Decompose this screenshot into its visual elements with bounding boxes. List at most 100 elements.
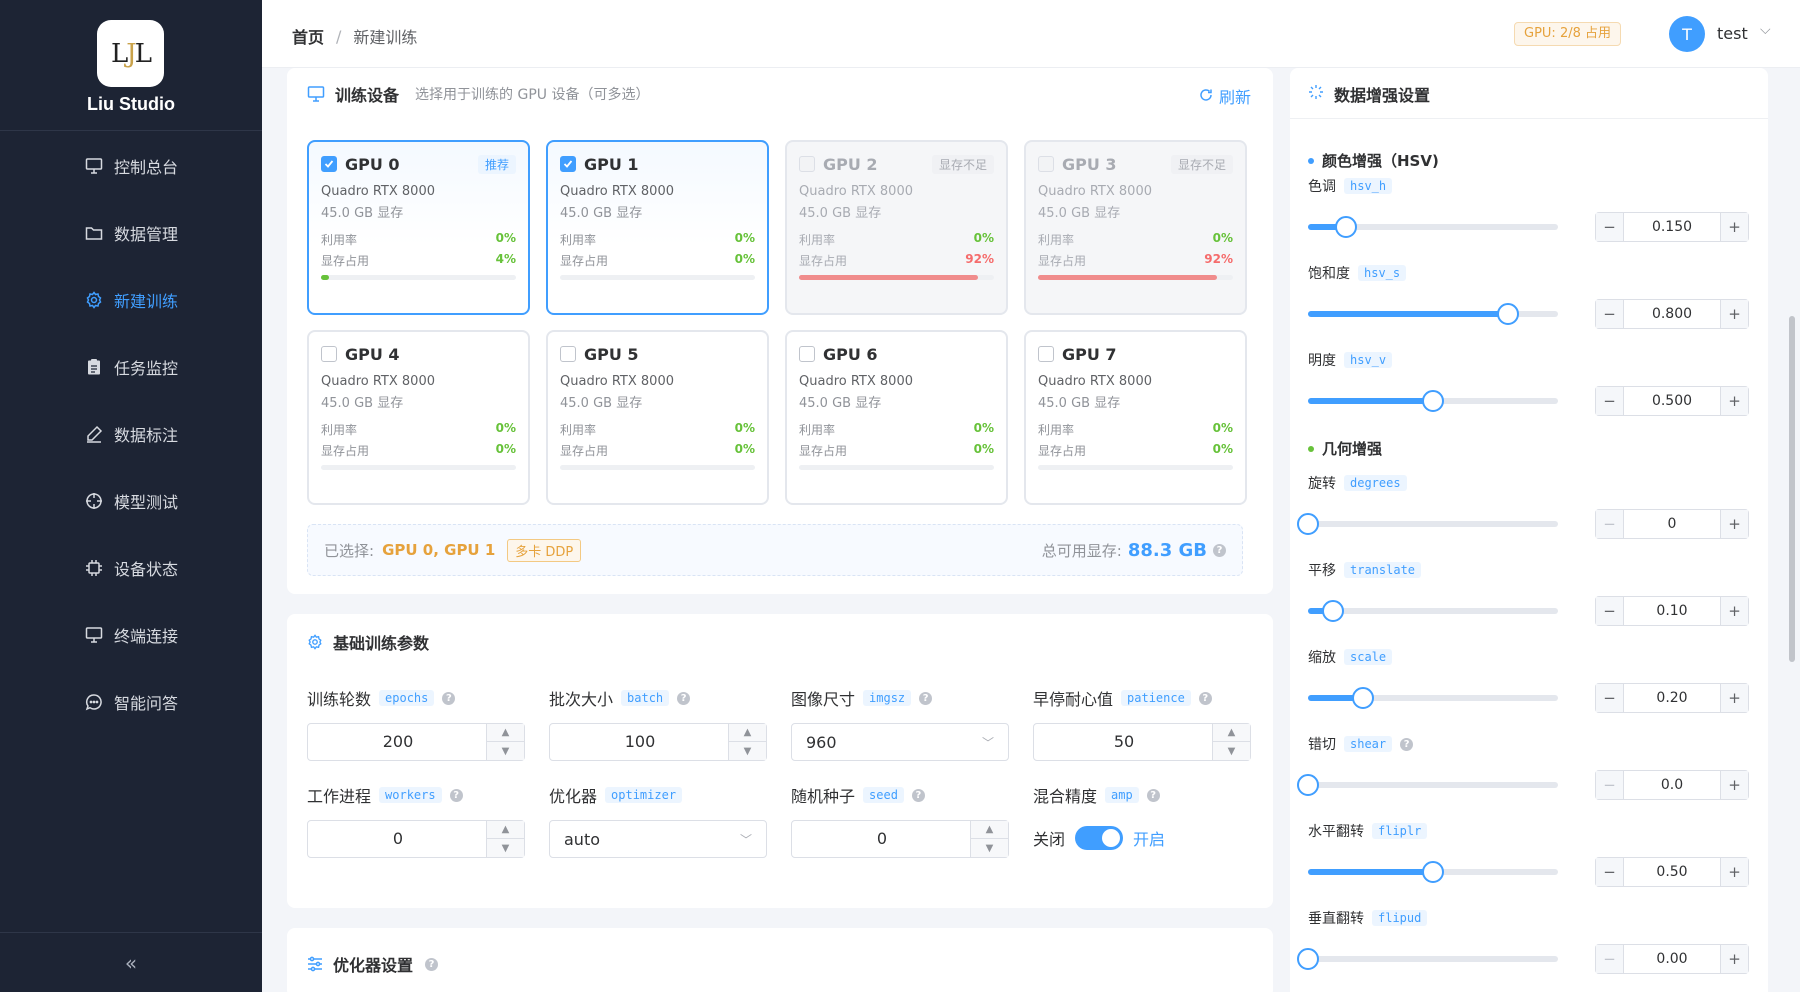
slider-flipud[interactable] (1297, 948, 1558, 970)
slider-handle[interactable] (1297, 513, 1319, 535)
decrement-button[interactable]: − (1596, 300, 1624, 328)
help-icon[interactable]: ? (1213, 543, 1226, 557)
gpu-card-5[interactable]: GPU 5 Quadro RTX 8000 45.0 GB 显存 利用率 0% 显… (546, 330, 769, 505)
username[interactable]: test (1717, 24, 1748, 43)
slider-shear[interactable] (1297, 774, 1558, 796)
help-icon[interactable]: ? (442, 691, 456, 705)
stepper-value[interactable]: 0.500 (1624, 387, 1720, 415)
decrement-button[interactable]: − (1596, 858, 1624, 886)
stepper-hsv_v[interactable]: −0.500 + (1595, 386, 1749, 416)
stepper-value[interactable]: 0.10 (1624, 597, 1720, 625)
increment-button[interactable]: + (1720, 387, 1748, 415)
patience-input[interactable]: 50 ▲ ▼ (1033, 723, 1251, 761)
seed-input[interactable]: 0 ▲ ▼ (791, 820, 1009, 858)
stepper-flipud[interactable]: −0.00 + (1595, 944, 1749, 974)
slider-handle[interactable] (1322, 600, 1344, 622)
increment-button[interactable]: ▲ (971, 821, 1008, 839)
decrement-button[interactable]: ▼ (971, 839, 1008, 857)
help-icon[interactable]: ? (425, 957, 439, 971)
slider-scale[interactable] (1308, 687, 1558, 709)
help-icon[interactable]: ? (919, 691, 933, 705)
increment-button[interactable]: ▲ (729, 724, 766, 742)
slider-hsv_v[interactable] (1308, 390, 1558, 412)
decrement-button[interactable]: ▼ (487, 839, 524, 857)
stepper-hsv_h[interactable]: −0.150 + (1595, 212, 1749, 242)
sidebar-item-qa[interactable]: 智能问答 (0, 668, 262, 735)
increment-button[interactable]: + (1720, 300, 1748, 328)
refresh-button[interactable]: 刷新 (1199, 84, 1251, 108)
slider-handle[interactable] (1352, 687, 1374, 709)
slider-handle[interactable] (1297, 774, 1319, 796)
increment-button[interactable]: ▲ (487, 724, 524, 742)
decrement-button[interactable]: − (1596, 387, 1624, 415)
decrement-button[interactable]: ▼ (487, 742, 524, 760)
stepper-value[interactable]: 0.50 (1624, 858, 1720, 886)
decrement-button[interactable]: ▼ (729, 742, 766, 760)
stepper-fliplr[interactable]: −0.50 + (1595, 857, 1749, 887)
slider-handle[interactable] (1297, 948, 1319, 970)
gpu-card-0[interactable]: GPU 0 推荐 Quadro RTX 8000 45.0 GB 显存 利用率 0… (307, 140, 530, 315)
decrement-button[interactable]: ▼ (1213, 742, 1250, 760)
slider-hsv_s[interactable] (1308, 303, 1558, 325)
gpu-checkbox[interactable] (799, 346, 815, 362)
help-icon[interactable]: ? (1400, 737, 1414, 751)
stepper-value[interactable]: 0 (1624, 510, 1720, 538)
sidebar-item-terminal[interactable]: 终端连接 (0, 601, 262, 668)
slider-handle[interactable] (1497, 303, 1519, 325)
chevron-down-icon[interactable]: ⌵ (1760, 22, 1771, 38)
decrement-button[interactable]: − (1596, 771, 1624, 799)
gpu-checkbox[interactable] (560, 156, 576, 172)
decrement-button[interactable]: − (1596, 684, 1624, 712)
stepper-translate[interactable]: −0.10 + (1595, 596, 1749, 626)
gpu-checkbox[interactable] (321, 156, 337, 172)
optimizer-select[interactable]: auto ﹀ (549, 820, 767, 858)
imgsz-select[interactable]: 960 ﹀ (791, 723, 1009, 761)
increment-button[interactable]: ▲ (1213, 724, 1250, 742)
slider-fliplr[interactable] (1308, 861, 1558, 883)
stepper-value[interactable]: 0.150 (1624, 213, 1720, 241)
scrollbar-thumb[interactable] (1789, 316, 1795, 662)
increment-button[interactable]: + (1720, 213, 1748, 241)
gpu-card-4[interactable]: GPU 4 Quadro RTX 8000 45.0 GB 显存 利用率 0% 显… (307, 330, 530, 505)
gpu-checkbox[interactable] (560, 346, 576, 362)
decrement-button[interactable]: − (1596, 945, 1624, 973)
sidebar-item-new-training[interactable]: 新建训练 (0, 266, 262, 333)
batch-input[interactable]: 100 ▲ ▼ (549, 723, 767, 761)
slider-handle[interactable] (1422, 861, 1444, 883)
stepper-degrees[interactable]: −0 + (1595, 509, 1749, 539)
increment-button[interactable]: ▲ (487, 821, 524, 839)
gpu-checkbox[interactable] (1038, 346, 1054, 362)
increment-button[interactable]: + (1720, 510, 1748, 538)
gpu-card-1[interactable]: GPU 1 Quadro RTX 8000 45.0 GB 显存 利用率 0% 显… (546, 140, 769, 315)
sidebar-item-task-monitor[interactable]: 任务监控 (0, 333, 262, 400)
increment-button[interactable]: + (1720, 771, 1748, 799)
stepper-value[interactable]: 0.00 (1624, 945, 1720, 973)
sidebar-item-dashboard[interactable]: 控制总台 (0, 132, 262, 199)
help-icon[interactable]: ? (1146, 788, 1160, 802)
stepper-value[interactable]: 0.20 (1624, 684, 1720, 712)
increment-button[interactable]: + (1720, 858, 1748, 886)
slider-handle[interactable] (1334, 216, 1357, 238)
breadcrumb-home[interactable]: 首页 (292, 24, 324, 48)
increment-button[interactable]: + (1720, 597, 1748, 625)
help-icon[interactable]: ? (911, 788, 925, 802)
collapse-sidebar-button[interactable]: « (0, 932, 262, 992)
decrement-button[interactable]: − (1596, 597, 1624, 625)
epochs-input[interactable]: 200 ▲ ▼ (307, 723, 525, 761)
slider-degrees[interactable] (1297, 513, 1558, 535)
stepper-hsv_s[interactable]: −0.800 + (1595, 299, 1749, 329)
stepper-value[interactable]: 0.800 (1624, 300, 1720, 328)
stepper-shear[interactable]: −0.0 + (1595, 770, 1749, 800)
workers-input[interactable]: 0 ▲ ▼ (307, 820, 525, 858)
help-icon[interactable]: ? (1198, 691, 1212, 705)
gpu-checkbox[interactable] (321, 346, 337, 362)
increment-button[interactable]: + (1720, 684, 1748, 712)
stepper-scale[interactable]: −0.20 + (1595, 683, 1749, 713)
slider-translate[interactable] (1308, 600, 1558, 622)
stepper-value[interactable]: 0.0 (1624, 771, 1720, 799)
help-icon[interactable]: ? (449, 788, 463, 802)
sidebar-item-device-status[interactable]: 设备状态 (0, 534, 262, 601)
sidebar-item-data[interactable]: 数据管理 (0, 199, 262, 266)
slider-handle[interactable] (1422, 390, 1444, 412)
decrement-button[interactable]: − (1596, 213, 1624, 241)
